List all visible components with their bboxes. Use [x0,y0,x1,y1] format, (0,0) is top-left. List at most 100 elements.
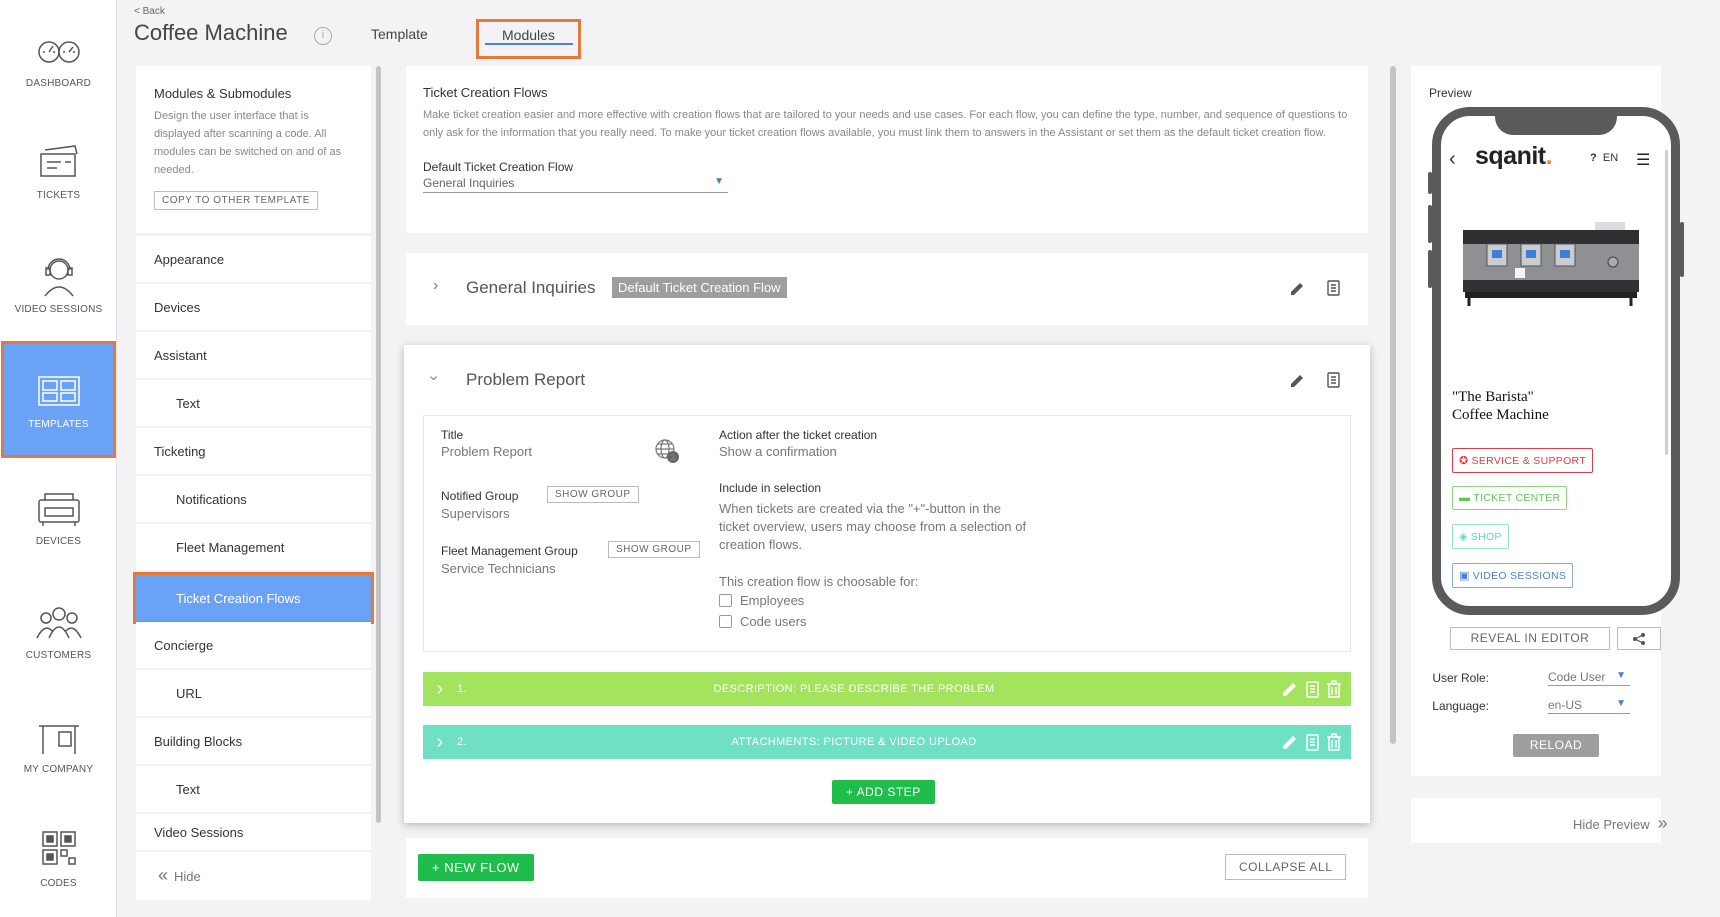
nav-my-company[interactable]: MY COMPANY [0,686,117,802]
copy-icon[interactable] [1324,371,1342,389]
customers-icon [35,606,82,638]
ticket-center-button[interactable]: ▬ TICKET CENTER [1452,486,1568,510]
step-row[interactable]: › 2. ATTACHMENTS: PICTURE & VIDEO UPLOAD [423,725,1351,759]
chevron-left-icon[interactable]: ‹ [1449,148,1456,171]
step-row[interactable]: › 1. DESCRIPTION: PLEASE DESCRIBE THE PR… [423,672,1351,706]
coffee-machine-image [1463,222,1639,306]
sqanit-logo: sqanit. [1475,142,1553,170]
module-ticketing[interactable]: Ticketing [136,428,371,474]
default-flow-select[interactable]: General Inquiries ▼ [423,176,728,193]
module-devices[interactable]: Devices [136,284,371,330]
language-select[interactable]: en-US ▼ [1548,698,1630,714]
ticket-creation-flows-card: Ticket Creation Flows Make ticket creati… [406,66,1368,233]
module-concierge[interactable]: Concierge [136,622,371,668]
video-icon: ▣ [1459,570,1470,582]
submodule-building-blocks-text[interactable]: Text [136,766,371,812]
page-title: Coffee Machine [134,20,288,45]
include-text: When tickets are created via the "+"-but… [719,501,1027,552]
trash-icon[interactable] [1325,679,1343,699]
default-flow-label: Default Ticket Creation Flow [423,160,574,174]
submodule-url[interactable]: URL [136,670,371,716]
back-link[interactable]: < Back [134,6,165,17]
phone-notch [1495,107,1617,135]
nav-templates[interactable]: TEMPLATES [1,341,116,458]
show-fleet-group-button[interactable]: SHOW GROUP [608,541,700,558]
info-icon[interactable]: i [314,27,332,45]
flow-name: Problem Report [466,370,586,389]
product-name: "The Barista" Coffee Machine [1452,389,1549,423]
modules-description: Design the user interface that is displa… [154,110,342,176]
tab-template[interactable]: Template [371,26,428,42]
nav-video-sessions[interactable]: VIDEO SESSIONS [0,226,117,342]
help-icon[interactable]: ? [1590,152,1597,164]
content-scrollbar[interactable] [1390,66,1396,744]
collapse-all-button[interactable]: COLLAPSE ALL [1225,854,1347,880]
service-support-button[interactable]: ✪ SERVICE & SUPPORT [1452,448,1593,473]
copy-to-other-template-button[interactable]: COPY TO OTHER TEMPLATE [154,191,318,210]
hide-label: Hide [174,869,201,884]
copy-icon[interactable] [1303,732,1321,752]
trash-icon[interactable] [1325,732,1343,752]
nav-label: MY COMPANY [23,763,94,775]
show-notified-group-button[interactable]: SHOW GROUP [547,486,639,503]
module-assistant[interactable]: Assistant [136,332,371,378]
nav-dashboard[interactable]: DASHBOARD [0,0,117,116]
checkbox-box [719,594,732,607]
reveal-in-editor-button[interactable]: REVEAL IN EDITOR [1450,627,1610,650]
flow-name: General Inquiries [466,278,596,297]
submodule-notifications[interactable]: Notifications [136,476,371,522]
add-step-button[interactable]: + ADD STEP [832,780,935,804]
hamburger-menu-icon[interactable]: ☰ [1636,150,1650,170]
submodule-assistant-text[interactable]: Text [136,380,371,426]
code-users-checkbox[interactable]: Code users [719,614,806,629]
user-role-select[interactable]: Code User ▼ [1548,670,1630,686]
pencil-icon[interactable] [1288,372,1306,390]
hide-preview-button[interactable]: Hide Preview » [1573,813,1668,834]
share-button[interactable] [1617,627,1661,650]
nav-devices[interactable]: DEVICES [0,458,117,574]
fleet-group-value: Service Technicians [441,561,556,576]
module-appearance[interactable]: Appearance [136,236,371,282]
module-video-sessions[interactable]: Video Sessions [136,814,371,850]
modules-scrollbar[interactable] [376,66,381,823]
reload-button[interactable]: RELOAD [1513,734,1599,757]
hide-modules-button[interactable]: « Hide [158,865,201,886]
checkbox-box [719,615,732,628]
action-label: Action after the ticket creation [719,428,878,442]
copy-icon[interactable] [1324,279,1342,297]
copy-icon[interactable] [1303,679,1321,699]
qr-code-icon [41,830,76,865]
fleet-group-label: Fleet Management Group [441,544,578,558]
preview-scrollbar[interactable] [1665,150,1668,455]
nav-tickets[interactable]: TICKETS [0,112,117,228]
video-sessions-button[interactable]: ▣ VIDEO SESSIONS [1452,563,1574,588]
shop-button[interactable]: ◈ SHOP [1452,524,1509,549]
globe-icon[interactable]: 2 [654,438,680,464]
default-flow-badge: Default Ticket Creation Flow [612,277,787,298]
submodule-ticket-creation-flows[interactable]: Ticket Creation Flows [133,572,374,624]
new-flow-button[interactable]: + NEW FLOW [418,854,534,881]
dropdown-arrow-icon: ▼ [1616,670,1626,681]
nav-customers[interactable]: CUSTOMERS [0,572,117,688]
chevron-right-icon[interactable]: › [433,277,438,295]
choosable-label: This creation flow is choosable for: [719,574,919,589]
action-value: Show a confirmation [719,444,837,459]
submodule-fleet-management[interactable]: Fleet Management [136,524,371,570]
employees-checkbox[interactable]: Employees [719,593,804,608]
preview-title: Preview [1429,86,1472,100]
double-chevron-left-icon: « [158,865,169,885]
dropdown-arrow-icon: ▼ [1616,698,1626,709]
pencil-icon[interactable] [1288,280,1306,298]
tab-modules[interactable]: Modules [502,27,555,43]
company-icon [38,724,79,754]
chevron-down-icon[interactable]: › [425,375,443,380]
help-language[interactable]: ? EN [1590,152,1618,164]
devices-icon [37,492,80,526]
nav-codes[interactable]: CODES [0,800,117,916]
nav-label: VIDEO SESSIONS [14,303,103,315]
pencil-icon[interactable] [1281,679,1299,699]
language-code[interactable]: EN [1603,152,1618,164]
flow-general-inquiries[interactable]: › General Inquiries Default Ticket Creat… [406,253,1368,325]
pencil-icon[interactable] [1281,732,1299,752]
module-building-blocks[interactable]: Building Blocks [136,718,371,764]
